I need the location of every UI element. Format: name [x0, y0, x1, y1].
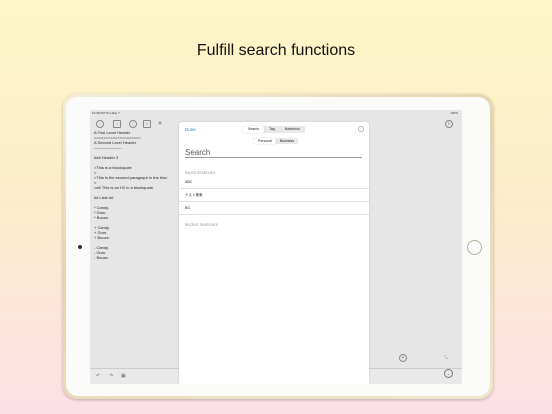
tab-tag[interactable]: Tag: [264, 126, 280, 133]
search-input[interactable]: [185, 148, 362, 158]
search-icon[interactable]: [358, 126, 364, 132]
sync-icon[interactable]: ↻: [445, 120, 453, 128]
tab-search[interactable]: Search: [243, 126, 265, 133]
scope-business[interactable]: Business: [276, 138, 298, 144]
share-icon[interactable]: ↑: [113, 120, 121, 128]
back-icon[interactable]: ‹: [96, 120, 104, 128]
chevron-down-icon[interactable]: ⌄: [444, 369, 453, 378]
info-icon[interactable]: i: [129, 120, 137, 128]
mode-segmented-control: Search Tag Notebook: [243, 126, 305, 133]
preview-icon[interactable]: ◉: [157, 120, 163, 126]
saved-search-item[interactable]: BG: [179, 202, 369, 215]
scope-segmented-control: Personal Business: [254, 138, 299, 144]
list-icon[interactable]: ≡: [143, 120, 151, 128]
app-screen: 10:38 PM Thu May 7 100% ‹ ↑ i ≡ ◉ ↻ A Fi…: [90, 110, 462, 384]
saved-search-label: テスト検索: [185, 193, 203, 197]
scope-personal[interactable]: Personal: [254, 138, 276, 144]
camera-icon: [78, 245, 82, 249]
saved-search-item[interactable]: テスト検索: [179, 189, 369, 202]
add-note-button[interactable]: +: [399, 354, 407, 362]
page-headline: Fulfill search functions: [196, 42, 356, 59]
paste-icon[interactable]: ▣: [121, 373, 126, 379]
status-time: 10:38 PM Thu May 7: [92, 111, 120, 115]
undo-icon[interactable]: ↶: [96, 373, 100, 379]
status-bar: 10:38 PM Thu May 7 100%: [90, 110, 462, 117]
expand-icon[interactable]: ⤡: [444, 355, 448, 361]
saved-search-label: BG: [185, 206, 191, 210]
saved-search-item[interactable]: ABC: [179, 176, 369, 189]
home-button[interactable]: [467, 240, 482, 255]
search-modal: Done Search Tag Notebook Personal Busine…: [179, 122, 369, 384]
battery-indicator: 100%: [450, 111, 458, 115]
saved-search-label: ABC: [185, 180, 193, 184]
redo-icon[interactable]: ↷: [109, 373, 113, 379]
saved-searches-heading: SAVED SEARCHES: [185, 171, 216, 175]
done-button[interactable]: Done: [185, 127, 196, 132]
recent-searches-heading: RECENT SEARCHES: [185, 223, 218, 227]
tab-notebook[interactable]: Notebook: [280, 126, 305, 133]
